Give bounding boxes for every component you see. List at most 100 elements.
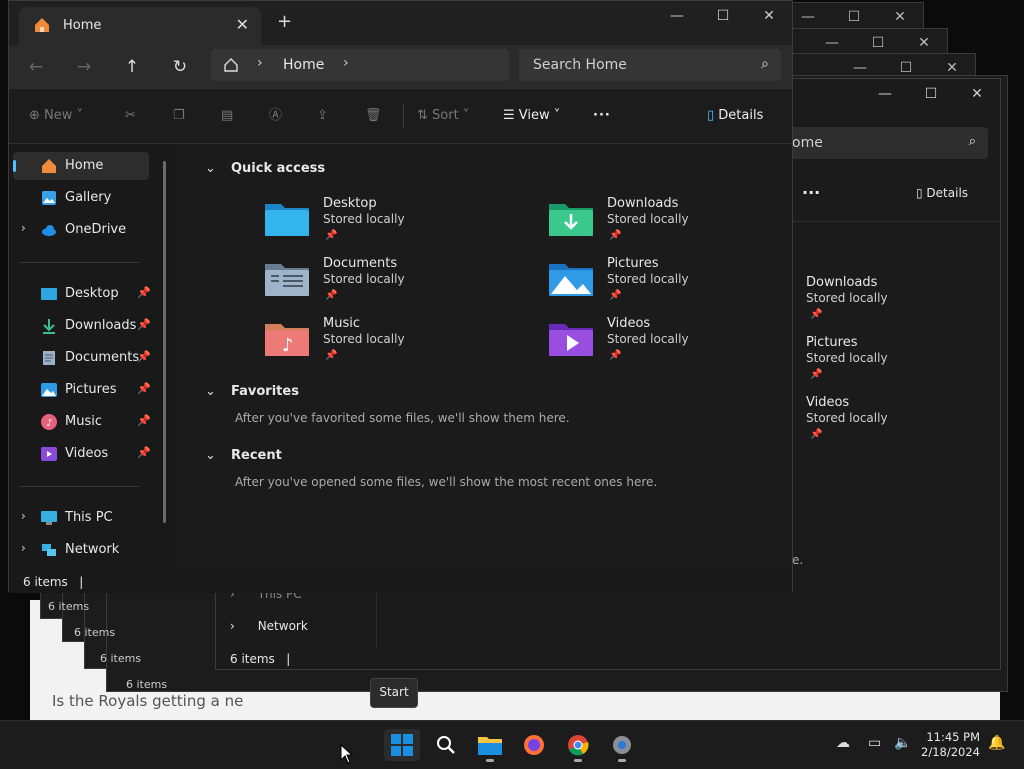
chevron-right-icon[interactable]: › (21, 541, 26, 555)
sidebar-item-videos[interactable]: Videos 📌 (13, 440, 151, 468)
back-tile-downloads[interactable]: Downloads Stored locally 📌 (806, 275, 1024, 331)
display-icon[interactable]: ▭ (868, 735, 881, 751)
copy-icon[interactable]: ❐ (173, 105, 185, 127)
sidebar-divider (19, 262, 139, 263)
search-input[interactable]: Search Home ⌕ (519, 49, 781, 81)
file-explorer-taskbar-button[interactable] (472, 729, 508, 762)
chevron-down-icon: ⌄ (205, 448, 216, 463)
tile-pictures[interactable]: Pictures Stored locally 📌 (549, 256, 789, 312)
running-indicator (486, 759, 494, 762)
sidebar-item-network[interactable]: › Network (13, 536, 149, 564)
download-icon (43, 319, 55, 334)
refresh-icon[interactable]: ↻ (165, 53, 195, 81)
sidebar-item-this-pc[interactable]: › This PC (13, 504, 149, 532)
paste-icon[interactable]: ▤ (221, 105, 233, 127)
notification-bell-icon[interactable]: 🔔 (988, 735, 1005, 751)
forward-arrow-icon[interactable]: → (69, 53, 99, 81)
sidebar-item-home[interactable]: Home (13, 152, 149, 180)
minimize-icon[interactable]: — (862, 79, 908, 111)
volume-muted-icon[interactable]: 🔈 (894, 735, 911, 751)
tab-home[interactable]: Home ✕ (19, 7, 261, 45)
documents-icon (43, 351, 55, 365)
back-tile-pictures[interactable]: Pictures Stored locally 📌 (806, 335, 1024, 391)
address-bar[interactable]: › Home › (211, 49, 509, 81)
ghost-status-2: 6 items (74, 626, 116, 639)
firefox-taskbar-button[interactable] (516, 729, 552, 761)
cut-icon[interactable]: ✂ (125, 105, 136, 127)
sidebar-item-onedrive[interactable]: › OneDrive (13, 216, 149, 244)
network-status-icon[interactable]: ☁ (836, 735, 850, 751)
music-folder-icon: ♪ (265, 324, 309, 356)
pin-icon: 📌 (609, 350, 622, 361)
sidebar-item-label: Pictures (65, 382, 117, 397)
home-icon (35, 18, 49, 32)
chevron-right-icon[interactable]: › (21, 509, 26, 523)
search-icon: ⌕ (968, 134, 976, 149)
back-nav-network[interactable]: › Network (230, 619, 308, 633)
chevron-down-icon: ⌄ (205, 161, 216, 176)
taskbar: ☁ ▭ 🔈 11:45 PM 2/18/2024 🔔 (0, 720, 1024, 769)
rename-icon[interactable]: Ⓐ (269, 105, 282, 127)
clock-time: 11:45 PM (926, 730, 980, 744)
details-button[interactable]: ▯ Details (916, 186, 968, 200)
up-arrow-icon[interactable]: ↑ (117, 53, 147, 81)
desktop: Is the Royals getting a ne — ☐ ✕ — ☐ ✕ — ☐ ✕ 6… (0, 0, 1024, 720)
close-tab-icon[interactable]: ✕ (236, 15, 249, 34)
sidebar-item-downloads[interactable]: Downloads 📌 (13, 312, 151, 340)
start-button[interactable] (384, 729, 420, 761)
chrome-taskbar-button[interactable] (560, 729, 596, 762)
tile-name: Videos (607, 316, 651, 331)
pin-icon: 📌 (137, 286, 151, 299)
plus-circle-icon: ⊕ (29, 108, 40, 123)
minimize-icon[interactable]: — (654, 1, 700, 33)
maximize-icon[interactable]: ☐ (908, 79, 954, 111)
more-options-icon[interactable]: ··· (802, 183, 820, 202)
back-search-input[interactable]: ome ⌕ (786, 127, 988, 159)
view-list-icon: ☰ (503, 108, 515, 123)
view-button[interactable]: ☰ View ˅ (503, 105, 560, 127)
sidebar-item-gallery[interactable]: Gallery (13, 184, 149, 212)
close-icon[interactable]: ✕ (746, 1, 792, 33)
section-heading: Quick access (231, 161, 326, 176)
chevron-right-icon[interactable]: › (343, 55, 349, 71)
tile-downloads[interactable]: Downloads Stored locally 📌 (549, 196, 789, 252)
more-options-icon[interactable]: ··· (593, 105, 611, 127)
back-arrow-icon[interactable]: ← (21, 53, 51, 81)
explorer-window[interactable]: Home ✕ + — ☐ ✕ ← → ↑ ↻ › Home › Search H… (8, 0, 793, 593)
new-tab-icon[interactable]: + (277, 11, 292, 32)
tile-desktop[interactable]: Desktop Stored locally 📌 (265, 196, 505, 252)
tile-documents[interactable]: Documents Stored locally 📌 (265, 256, 505, 312)
ghost-status-4: 6 items (126, 678, 168, 691)
tile-videos[interactable]: Videos Stored locally 📌 (549, 316, 789, 372)
sidebar-scrollbar[interactable] (163, 161, 166, 523)
share-icon[interactable]: ⇪ (317, 105, 328, 127)
new-button[interactable]: ⊕ New ˅ (29, 105, 83, 127)
section-heading: Recent (231, 448, 282, 463)
quick-access-header[interactable]: ⌄ Quick access (205, 161, 325, 176)
settings-taskbar-button[interactable] (604, 729, 640, 762)
content-pane: ⌄ Quick access Desktop Stored locally 📌 D… (175, 144, 792, 569)
tile-sub: Stored locally (607, 272, 689, 286)
chevron-right-icon[interactable]: › (257, 55, 263, 71)
maximize-icon[interactable]: ☐ (700, 1, 746, 33)
sidebar-item-documents[interactable]: Documents 📌 (13, 344, 151, 372)
status-text: 6 items (230, 652, 275, 666)
clock[interactable]: 11:45 PM 2/18/2024 (921, 730, 980, 760)
sidebar-item-desktop[interactable]: Desktop 📌 (13, 280, 151, 308)
tile-sub: Stored locally (323, 212, 405, 226)
tile-music[interactable]: ♪ Music Stored locally 📌 (265, 316, 505, 372)
close-icon[interactable]: ✕ (954, 79, 1000, 111)
delete-icon[interactable]: 🗑 (365, 105, 382, 127)
search-taskbar-button[interactable] (428, 729, 464, 761)
details-button[interactable]: ▯ Details (707, 105, 763, 127)
back-tile-videos[interactable]: Videos Stored locally 📌 (806, 395, 1024, 451)
nav-label: Network (257, 619, 308, 633)
sidebar-divider (19, 486, 139, 487)
chevron-right-icon[interactable]: › (21, 221, 26, 235)
favorites-header[interactable]: ⌄ Favorites (205, 384, 299, 399)
sidebar-item-pictures[interactable]: Pictures 📌 (13, 376, 151, 404)
sort-button[interactable]: ⇅ Sort ˅ (417, 105, 469, 127)
pin-icon: 📌 (325, 290, 338, 301)
sidebar-item-music[interactable]: ♪ Music 📌 (13, 408, 151, 436)
recent-header[interactable]: ⌄ Recent (205, 448, 282, 463)
